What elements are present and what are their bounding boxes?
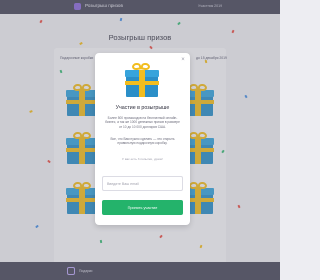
email-input[interactable]	[102, 176, 183, 191]
modal-instructions: Все, что Вам нужно сделать — это открыть…	[110, 137, 175, 146]
close-icon[interactable]: ×	[179, 56, 187, 64]
participation-modal: × Участие в розыгрыше Более 500 промокод…	[95, 53, 190, 225]
attempts-note: У вас есть 3 попытки, удачи!	[122, 157, 163, 161]
modal-title: Участие в розыгрыше	[115, 105, 170, 111]
participate-button[interactable]: Принять участие	[102, 200, 183, 215]
modal-description: Более 500 промокодов на бесплатный онлай…	[105, 116, 180, 129]
gift-icon	[125, 62, 159, 97]
